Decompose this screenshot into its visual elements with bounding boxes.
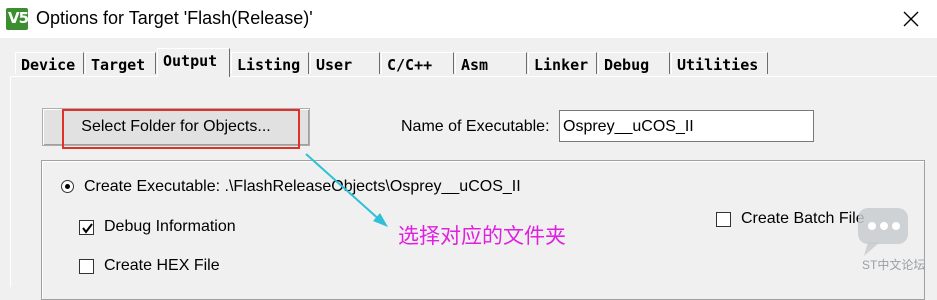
executable-name-field[interactable]: [559, 110, 814, 142]
tab-user[interactable]: User: [310, 52, 380, 74]
tab-device[interactable]: Device: [15, 52, 84, 74]
create-batch-checkbox[interactable]: [716, 212, 731, 227]
tab-utilities[interactable]: Utilities: [671, 52, 768, 74]
tab-asm[interactable]: Asm: [455, 52, 527, 74]
checkmark-icon: [82, 223, 93, 234]
tab-target[interactable]: Target: [85, 52, 156, 74]
title-bar: V5 Options for Target 'Flash(Release)': [0, 0, 937, 38]
create-executable-radio[interactable]: [61, 180, 74, 193]
tab-output[interactable]: Output: [157, 48, 230, 77]
keil-app-icon: V5: [6, 8, 29, 30]
annotation-text: 选择对应的文件夹: [398, 224, 566, 248]
debug-information-checkbox[interactable]: [79, 220, 94, 235]
tab-listing[interactable]: Listing: [231, 52, 309, 74]
annotation-arrow-icon: [305, 153, 388, 227]
tab-strip: Device Target Output Listing User C/C++ …: [0, 38, 937, 78]
debug-information-label: Debug Information: [104, 218, 236, 235]
select-folder-button[interactable]: Select Folder for Objects...: [42, 108, 310, 146]
create-hex-checkbox[interactable]: [79, 259, 94, 274]
create-batch-label: Create Batch File: [741, 210, 865, 227]
window-title: Options for Target 'Flash(Release)': [36, 8, 313, 28]
tab-debug[interactable]: Debug: [598, 52, 670, 74]
close-button[interactable]: [894, 4, 928, 34]
tab-linker[interactable]: Linker: [528, 52, 597, 74]
name-of-executable-label: Name of Executable:: [401, 118, 550, 135]
create-hex-label: Create HEX File: [104, 257, 220, 274]
close-icon: [903, 11, 919, 27]
watermark-text: ST中文论坛: [862, 258, 926, 272]
tab-c-cpp[interactable]: C/C++: [381, 52, 454, 74]
